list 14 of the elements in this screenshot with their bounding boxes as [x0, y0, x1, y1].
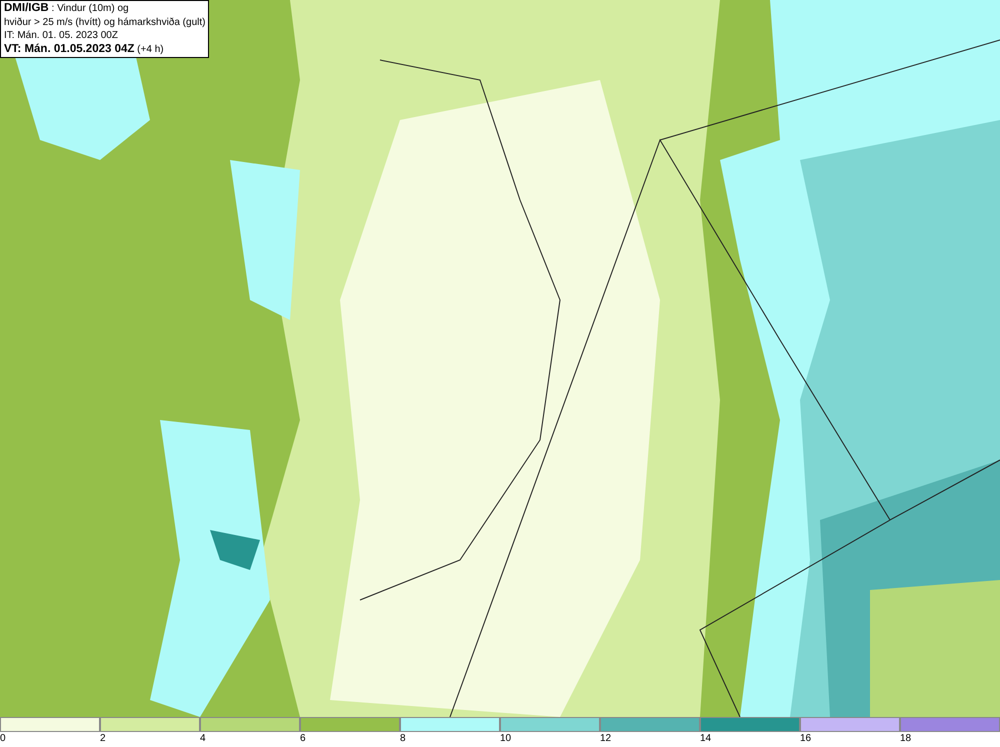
legend-label: 18: [900, 732, 912, 746]
legend-label: 12: [600, 732, 612, 746]
info-text: VT: Mán. 01.05.2023 04Z (+4 h): [4, 42, 165, 56]
legend-label: 14: [700, 732, 712, 746]
legend-label: 16: [800, 732, 812, 746]
legend-label: 4: [200, 732, 206, 746]
legend-label: 8: [400, 732, 406, 746]
legend-label: 0: [0, 732, 6, 746]
legend-label: 6: [300, 732, 306, 746]
legend-label: 10: [500, 732, 512, 746]
info-text: hviður > 25 m/s (hvítt) og hámarkshviða (gult): [4, 16, 206, 29]
legend-label: 2: [100, 732, 106, 746]
info-text: IT: Mán. 01. 05. 2023 00Z: [4, 29, 119, 42]
info-text: DMI/IGB : Vindur (10m) og: [4, 2, 130, 16]
